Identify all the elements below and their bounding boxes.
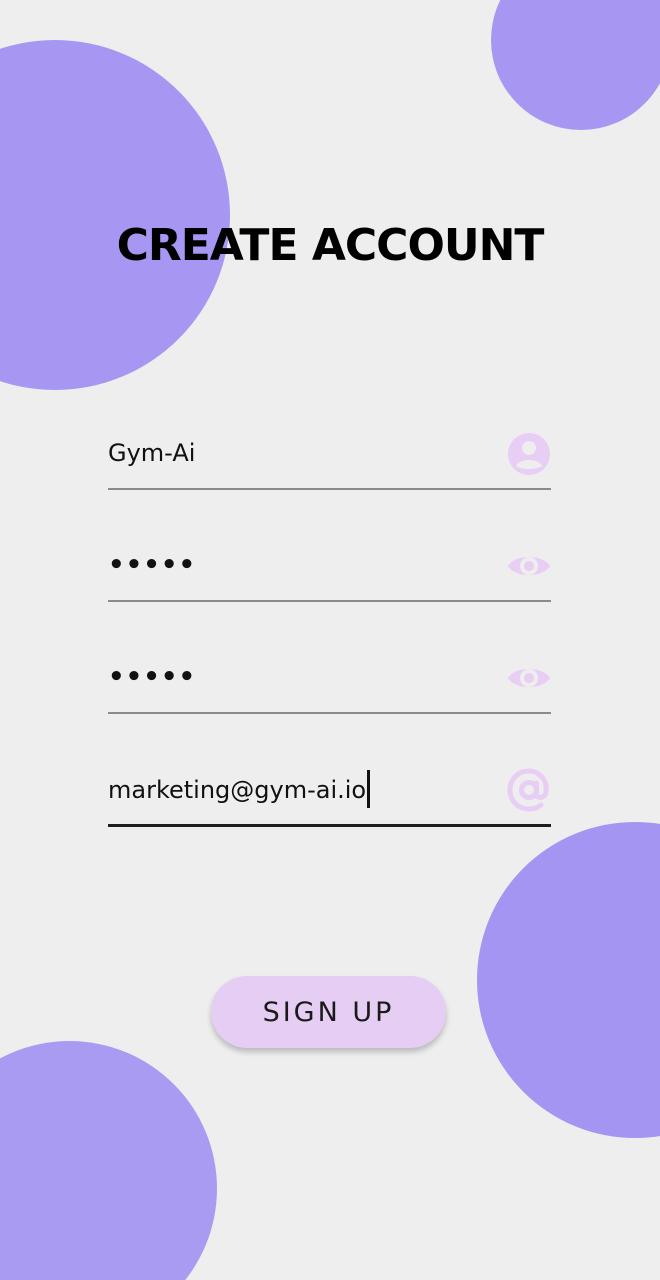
sign-up-button[interactable]: SIGN UP (211, 976, 446, 1048)
decorative-circle-bottom-left (0, 1041, 217, 1280)
at-sign-icon (507, 768, 549, 812)
confirm-password-field[interactable]: ••••• (108, 642, 551, 714)
create-account-screen: CREATE ACCOUNT Gym-Ai ••••• ••••• market… (0, 0, 660, 1280)
password-field[interactable]: ••••• (108, 530, 551, 602)
eye-icon[interactable] (507, 544, 551, 588)
decorative-circle-bottom-right (477, 822, 660, 1138)
account-circle-icon (508, 433, 550, 475)
email-field[interactable]: marketing@gym-ai.io (108, 754, 551, 827)
email-value: marketing@gym-ai.io (108, 770, 371, 810)
username-value: Gym-Ai (108, 439, 196, 467)
confirm-password-value: ••••• (108, 662, 197, 692)
decorative-circle-top-right (491, 0, 660, 130)
text-cursor (367, 770, 371, 808)
password-value: ••••• (108, 550, 197, 580)
page-title: CREATE ACCOUNT (116, 220, 545, 271)
username-field[interactable]: Gym-Ai (108, 418, 551, 490)
decorative-circle-top-left (0, 40, 230, 390)
email-text: marketing@gym-ai.io (108, 776, 367, 804)
eye-icon[interactable] (507, 656, 551, 700)
